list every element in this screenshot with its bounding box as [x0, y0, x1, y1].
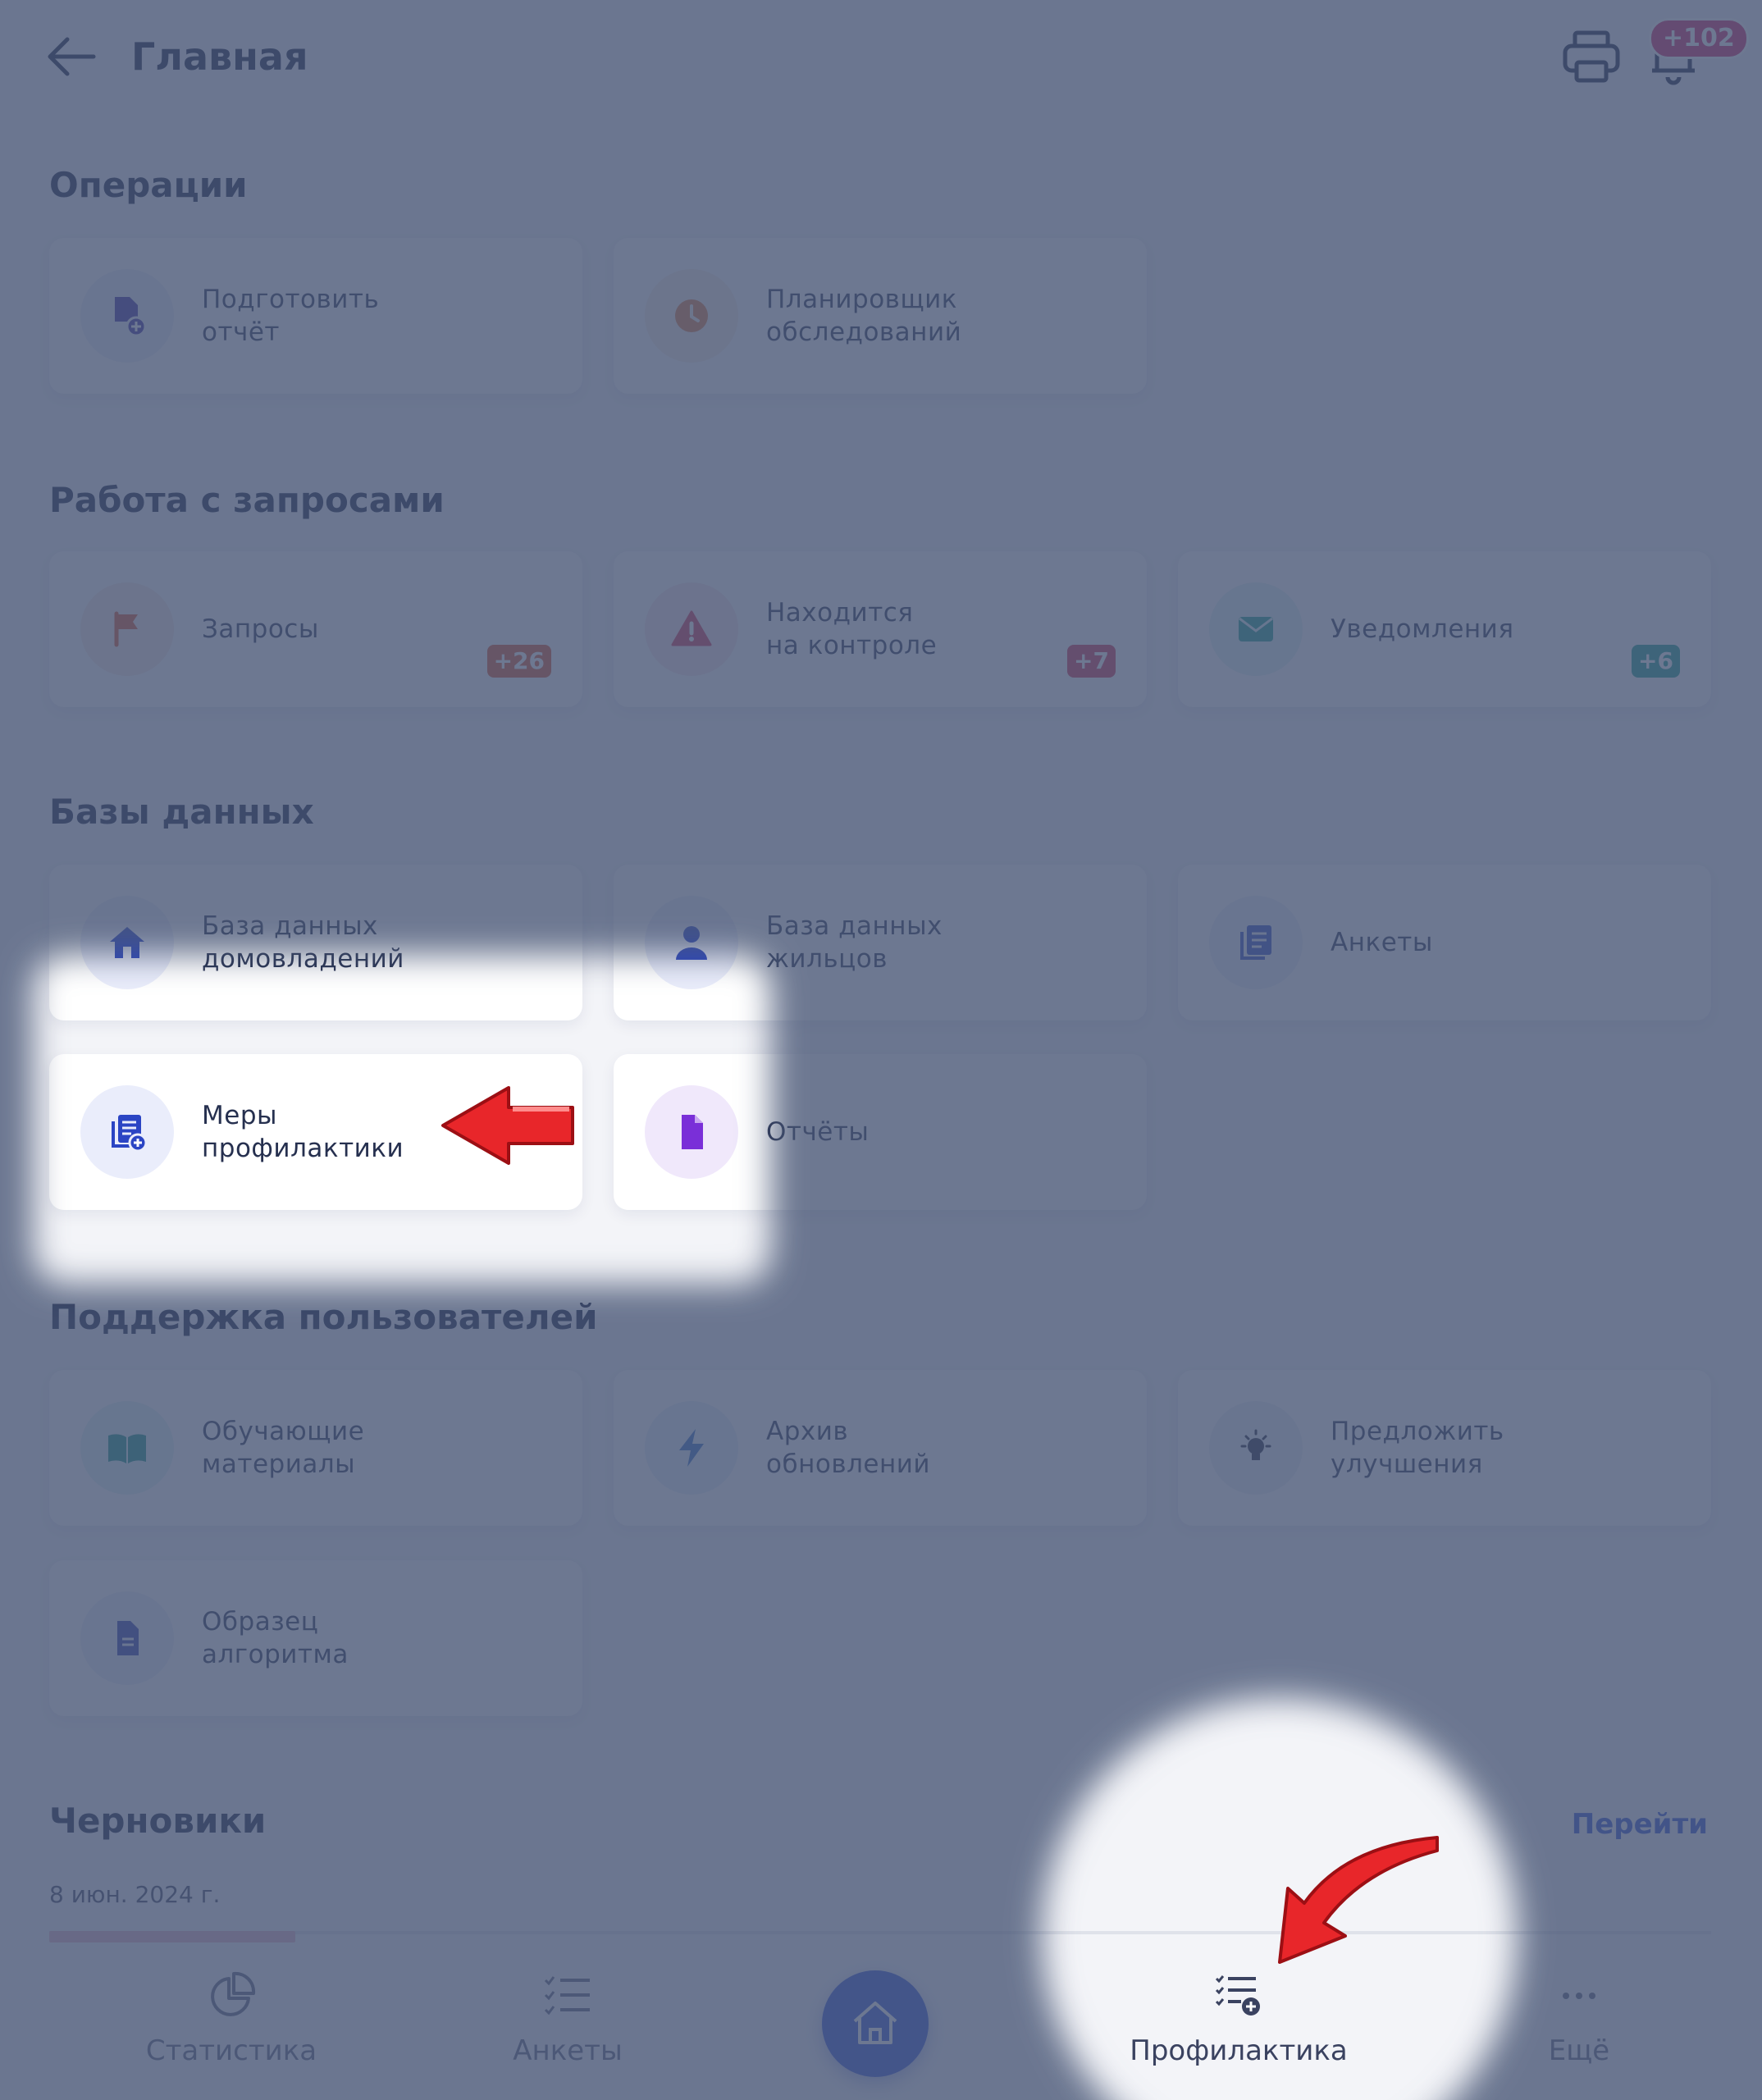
checklist-icon: [544, 1976, 590, 2016]
card-label: Архив обновлений: [766, 1417, 931, 1479]
card-requests[interactable]: Запросы +26: [49, 551, 582, 707]
back-arrow-icon[interactable]: [43, 30, 100, 84]
card-prepare-report[interactable]: Подготовить отчёт: [49, 238, 582, 394]
home-icon: [853, 2002, 897, 2044]
card-label: Анкеты: [1331, 928, 1433, 957]
card-label: Планировщик обследований: [766, 285, 962, 347]
card-training-materials[interactable]: Обучающие материалы: [49, 1370, 582, 1526]
card-label: База данных домовладений: [202, 911, 404, 974]
card-updates-archive[interactable]: Архив обновлений: [614, 1370, 1147, 1526]
card-label: Меры профилактики: [202, 1101, 404, 1163]
home-icon: [80, 896, 174, 989]
card-label: Предложить улучшения: [1331, 1417, 1504, 1479]
doc-icon: [80, 1591, 174, 1685]
mail-icon: [1209, 582, 1303, 676]
under-control-badge: +7: [1067, 645, 1116, 678]
card-label: База данных жильцов: [766, 911, 943, 974]
nav-label: Ещё: [1548, 2034, 1610, 2067]
card-algorithm-sample[interactable]: Образец алгоритма: [49, 1560, 582, 1716]
card-survey-planner[interactable]: Планировщик обследований: [614, 238, 1147, 394]
file-plus-icon: [80, 269, 174, 363]
nav-home-button[interactable]: [822, 1970, 929, 2077]
file-icon: [645, 1085, 738, 1179]
draft-progress-fill: [49, 1931, 295, 1942]
printer-icon[interactable]: [1559, 28, 1624, 85]
card-label: Запросы: [202, 614, 319, 644]
list-plus-icon: [80, 1085, 174, 1179]
user-icon: [645, 896, 738, 989]
requests-badge: +26: [486, 645, 551, 678]
bulb-icon: [1209, 1401, 1303, 1495]
bolt-icon: [645, 1401, 738, 1495]
card-prevention-measures[interactable]: Меры профилактики: [49, 1054, 582, 1210]
card-questionnaires[interactable]: Анкеты: [1178, 865, 1711, 1020]
card-label: Подготовить отчёт: [202, 285, 380, 347]
card-label: Отчёты: [766, 1117, 870, 1147]
card-under-control[interactable]: Находится на контроле +7: [614, 551, 1147, 707]
book-icon: [80, 1401, 174, 1495]
more-icon: [1563, 1993, 1595, 1999]
nav-questionnaires[interactable]: Анкеты: [428, 1969, 707, 2084]
page-title: Главная: [131, 34, 308, 79]
card-households-db[interactable]: База данных домовладений: [49, 865, 582, 1020]
notifications-badge: +6: [1632, 645, 1680, 678]
bottom-navigation: Статистика Анкеты Профилактика Ещё: [0, 1944, 1762, 2100]
nav-more[interactable]: Ещё: [1440, 1969, 1719, 2084]
card-reports[interactable]: Отчёты: [614, 1054, 1147, 1210]
list-plus-icon: [1215, 1975, 1260, 2016]
section-title-drafts: Черновики: [49, 1801, 267, 1841]
top-bar: Главная +102: [0, 0, 1762, 123]
nav-label: Статистика: [145, 2034, 317, 2067]
flag-icon: [80, 582, 174, 676]
nav-label: Анкеты: [513, 2034, 623, 2067]
documents-icon: [1209, 896, 1303, 989]
home-page: Главная +102 Операции Подготовить отчёт …: [0, 0, 1762, 2100]
card-suggest-improvements[interactable]: Предложить улучшения: [1178, 1370, 1711, 1526]
card-notifications[interactable]: Уведомления +6: [1178, 551, 1711, 707]
nav-label: Профилактика: [1130, 2034, 1348, 2067]
warning-icon: [645, 582, 738, 676]
card-label: Образец алгоритма: [202, 1607, 349, 1669]
pie-chart-icon: [211, 1971, 256, 2016]
section-title-requests: Работа с запросами: [49, 480, 445, 520]
draft-date: 8 июн. 2024 г.: [49, 1881, 221, 1908]
clock-icon: [645, 269, 738, 363]
card-residents-db[interactable]: База данных жильцов: [614, 865, 1147, 1020]
section-title-operations: Операции: [49, 165, 248, 205]
nav-statistics[interactable]: Статистика: [92, 1969, 371, 2084]
draft-progress-track: [49, 1931, 1711, 1934]
card-label: Обучающие материалы: [202, 1417, 365, 1479]
section-title-databases: Базы данных: [49, 792, 314, 832]
card-label: Уведомления: [1331, 614, 1514, 644]
notification-badge: +102: [1649, 18, 1749, 59]
section-title-support: Поддержка пользователей: [49, 1297, 598, 1337]
drafts-go-link[interactable]: Перейти: [1572, 1801, 1708, 1847]
card-label: Находится на контроле: [766, 598, 938, 660]
nav-prevention[interactable]: Профилактика: [1099, 1969, 1378, 2084]
